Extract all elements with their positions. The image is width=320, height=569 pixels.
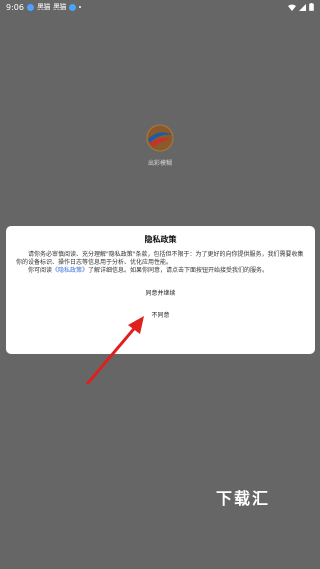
pointer-arrow-icon (86, 316, 144, 385)
signal-icon (299, 3, 306, 11)
notification-app-icon-1: 黑猫 (36, 3, 51, 11)
dialog-title: 隐私政策 (144, 235, 177, 244)
dialog-body: 请你务必审慎阅读、充分理解"隐私政策"条款，包括但不限于：为了更好的向你提供服务… (16, 251, 305, 275)
more-notifications-dot-icon (78, 6, 81, 8)
notification-dot-icon (26, 3, 34, 11)
status-left: 9:06 黑猫 黑猫 (6, 2, 81, 12)
agree-button[interactable]: 同意并继续 (101, 286, 221, 299)
dialog-paragraph-2-tail: 了解详细信息。如果你同意，请点击下面按钮开始接受我们的服务。 (88, 267, 269, 274)
dialog-paragraph-1: 请你务必审慎阅读、充分理解"隐私政策"条款，包括但不限于：为了更好的向你提供服务… (16, 251, 304, 266)
app-logo-icon (146, 124, 174, 152)
privacy-dialog: 隐私政策 请你务必审慎阅读、充分理解"隐私政策"条款，包括但不限于：为了更好的向… (6, 226, 315, 354)
notification-app-icon-2: 黑猫 (52, 3, 67, 11)
privacy-policy-link[interactable]: 《隐私政策》 (52, 267, 88, 274)
splash-app-name: 出彩模糊 (147, 160, 172, 167)
info-icon (68, 3, 76, 11)
battery-icon (309, 3, 314, 11)
status-bar: 9:06 黑猫 黑猫 (0, 0, 320, 14)
status-time: 9:06 (6, 2, 24, 12)
wifi-icon (288, 4, 296, 11)
status-right (288, 3, 314, 11)
watermark-text: 下载汇 (216, 489, 271, 508)
dialog-paragraph-2: 你可阅读《隐私政策》了解详细信息。如果你同意，请点击下面按钮开始接受我们的服务。 (16, 267, 305, 275)
dialog-paragraph-2-lead: 你可阅读 (28, 267, 53, 274)
